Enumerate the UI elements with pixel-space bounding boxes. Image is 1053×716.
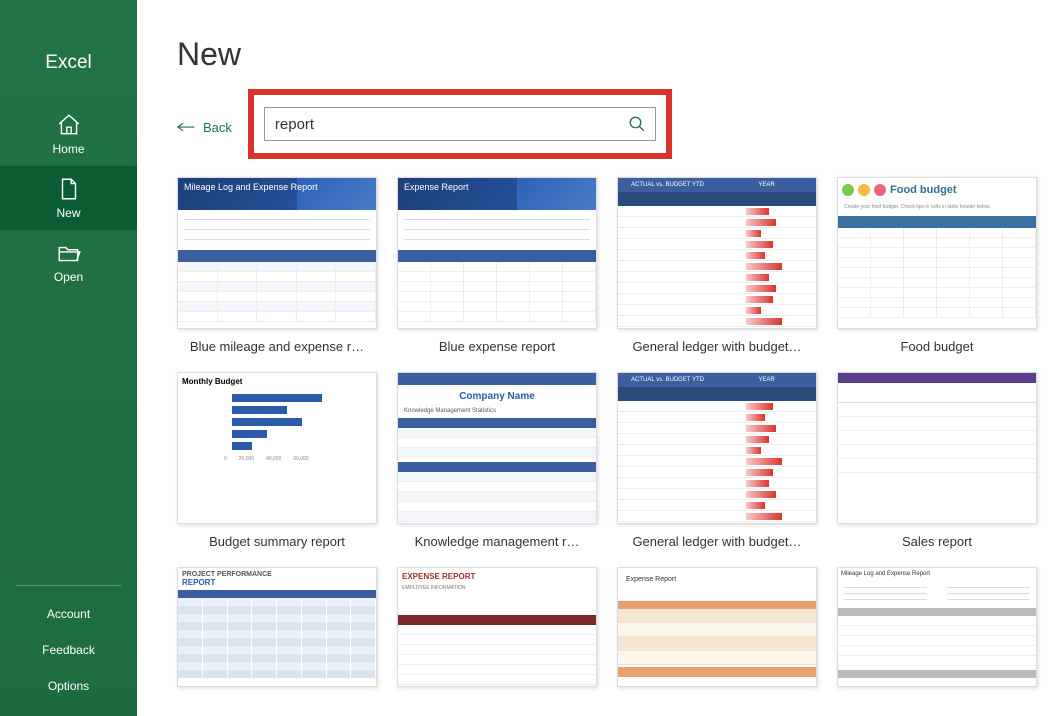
nav-open-label: Open [54, 270, 83, 284]
template-label: Blue expense report [439, 339, 555, 354]
template-label: General ledger with budget… [632, 534, 801, 549]
template-thumb: Mileage Log and Expense Report [837, 567, 1037, 687]
search-icon [628, 115, 646, 133]
template-label: Budget summary report [209, 534, 345, 549]
template-ledger-2[interactable]: ACTUAL vs. BUDGET YTDYEAR General ledge [617, 372, 817, 549]
template-thumb: EXPENSE REPORT EMPLOYEE INFORMATION [397, 567, 597, 687]
template-thumb [837, 372, 1037, 524]
thumb-title: Company Name [398, 391, 596, 402]
thumb-title: Expense Report [622, 572, 680, 587]
back-arrow-icon [177, 121, 195, 133]
sidebar-divider [16, 585, 121, 586]
template-label: Sales report [902, 534, 972, 549]
nav-home-label: Home [52, 142, 84, 156]
thumb-title: ACTUAL vs. BUDGET YTD [618, 178, 717, 192]
template-thumb: Monthly Budget 020,00040,00060,000 [177, 372, 377, 524]
nav-items: Home New Open [0, 102, 137, 294]
search-highlight-box [248, 89, 672, 159]
template-blue-mileage[interactable]: Mileage Log and Expense Report Blue mile… [177, 177, 377, 354]
search-button[interactable] [619, 108, 655, 140]
new-file-icon [56, 176, 82, 202]
template-blue-expense[interactable]: Expense Report Blue expense report [397, 177, 597, 354]
template-thumb: Expense Report [397, 177, 597, 329]
sidebar-bottom: Account Feedback Options [0, 585, 137, 704]
brand-label: Excel [0, 52, 137, 74]
template-expense-peach[interactable]: Expense Report [617, 567, 817, 687]
thumb-title: Food budget [890, 184, 957, 196]
template-thumb: Mileage Log and Expense Report [177, 177, 377, 329]
thumb-line1: PROJECT PERFORMANCE [182, 571, 272, 578]
nav-open[interactable]: Open [0, 230, 137, 294]
home-icon [56, 112, 82, 138]
thumb-title: Expense Report [404, 182, 469, 192]
template-ledger-1[interactable]: ACTUAL vs. BUDGET YTDYEAR General ledge [617, 177, 817, 354]
thumb-line2: REPORT [182, 578, 215, 587]
template-label: Blue mileage and expense r… [190, 339, 364, 354]
template-food-budget[interactable]: Food budget Create your food budget. Che… [837, 177, 1037, 354]
template-budget-summary[interactable]: Monthly Budget 020,00040,00060,000 Budge… [177, 372, 377, 549]
template-thumb: PROJECT PERFORMANCEREPORT [177, 567, 377, 687]
template-grid: Mileage Log and Expense Report Blue mile… [177, 177, 1029, 687]
link-feedback[interactable]: Feedback [0, 632, 137, 668]
nav-home[interactable]: Home [0, 102, 137, 166]
template-thumb: Company Name Knowledge Management Statis… [397, 372, 597, 524]
nav-new[interactable]: New [0, 166, 137, 230]
thumb-title: Mileage Log and Expense Report [184, 182, 318, 192]
thumb-year: YEAR [717, 178, 816, 192]
back-link[interactable]: Back [177, 114, 232, 135]
thumb-title: EXPENSE REPORT [398, 568, 596, 585]
open-folder-icon [56, 240, 82, 266]
search-box [264, 107, 656, 141]
nav-new-label: New [56, 206, 80, 220]
back-label: Back [203, 120, 232, 135]
backstage-sidebar: Excel Home New Open Account Feedback Opt… [0, 0, 137, 716]
template-thumb: ACTUAL vs. BUDGET YTDYEAR [617, 372, 817, 524]
template-thumb: ACTUAL vs. BUDGET YTDYEAR [617, 177, 817, 329]
template-mileage-plain[interactable]: Mileage Log and Expense Report [837, 567, 1037, 687]
template-label: Knowledge management r… [415, 534, 580, 549]
thumb-subtitle: Knowledge Management Statistics [398, 408, 596, 414]
template-label: General ledger with budget… [632, 339, 801, 354]
search-row: Back [177, 89, 1029, 159]
thumb-title: ACTUAL vs. BUDGET YTD [618, 373, 717, 387]
template-thumb: Expense Report [617, 567, 817, 687]
main-panel: New Back Mileage Log and Expense Report [137, 0, 1053, 716]
thumb-year: YEAR [717, 373, 816, 387]
link-account[interactable]: Account [0, 596, 137, 632]
template-project-perf[interactable]: PROJECT PERFORMANCEREPORT [177, 567, 377, 687]
thumb-title: Monthly Budget [178, 373, 376, 390]
template-thumb: Food budget Create your food budget. Che… [837, 177, 1037, 329]
search-input[interactable] [265, 116, 619, 133]
template-sales-report[interactable]: Sales report [837, 372, 1037, 549]
template-expense-red[interactable]: EXPENSE REPORT EMPLOYEE INFORMATION [397, 567, 597, 687]
link-options[interactable]: Options [0, 668, 137, 704]
template-knowledge-mgmt[interactable]: Company Name Knowledge Management Statis… [397, 372, 597, 549]
thumb-title: Mileage Log and Expense Report [838, 568, 1036, 580]
page-title: New [177, 36, 1029, 73]
template-label: Food budget [900, 339, 973, 354]
